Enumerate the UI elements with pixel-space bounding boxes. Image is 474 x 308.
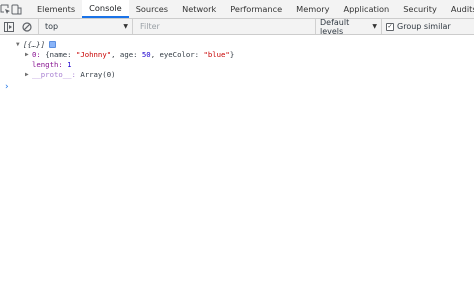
dropdown-arrow-icon: ▼	[372, 23, 377, 30]
length-key: length	[32, 59, 59, 69]
length-property: length: 1	[32, 59, 72, 69]
sidebar-toggle-icon[interactable]	[0, 19, 18, 34]
tab-audits[interactable]: Audits	[444, 0, 474, 18]
context-selector-label: top	[45, 22, 59, 31]
expand-triangle-icon[interactable]: ▶	[25, 51, 32, 58]
dropdown-arrow-icon: ▼	[123, 23, 128, 30]
age-value: 50	[141, 49, 151, 59]
proto-value: Array(0)	[80, 69, 116, 79]
array-summary: [{…}]	[23, 39, 45, 49]
array-item-0[interactable]: ▶ 0: {name: "Johnny", age: 50, eyeColor:…	[25, 49, 234, 59]
tab-security[interactable]: Security	[396, 0, 444, 18]
name-value: "Johnny"	[75, 49, 112, 59]
filter-input[interactable]: Filter	[136, 19, 316, 34]
length-value: 1	[67, 59, 72, 69]
console-output: ▼ [{…}] ▶ 0: {name: "Johnny", age: 50, e…	[0, 36, 474, 308]
eye-color-value: "blue"	[203, 49, 230, 59]
eye-color-key: eyeColor	[159, 49, 195, 59]
array-log-entry[interactable]: ▼ [{…}]	[16, 39, 56, 49]
tab-sources[interactable]: Sources	[129, 0, 175, 18]
clear-console-icon[interactable]	[18, 19, 36, 34]
item-index: 0:	[32, 49, 41, 59]
console-prompt[interactable]: ›	[5, 82, 9, 92]
tab-memory[interactable]: Memory	[289, 0, 336, 18]
expand-triangle-icon[interactable]: ▶	[25, 71, 32, 78]
tab-performance[interactable]: Performance	[223, 0, 289, 18]
info-icon[interactable]	[48, 40, 56, 48]
group-similar-checkbox[interactable]: ✓	[386, 22, 394, 31]
devtools-tabbar: Elements Console Sources Network Perform…	[0, 0, 474, 19]
tab-console[interactable]: Console	[82, 0, 129, 18]
prompt-chevron-icon: ›	[5, 82, 9, 92]
group-similar-toggle[interactable]: ✓ Group similar	[382, 22, 451, 31]
console-toolbar: top ▼ Filter Default levels ▼ ✓ Group si…	[0, 17, 474, 36]
proto-key: __proto__	[32, 69, 72, 79]
tab-application[interactable]: Application	[336, 0, 396, 18]
log-levels-dropdown[interactable]: Default levels ▼	[316, 17, 382, 36]
log-levels-label: Default levels	[320, 17, 350, 36]
tab-network[interactable]: Network	[175, 0, 223, 18]
proto-property[interactable]: ▶ __proto__: Array(0)	[25, 69, 116, 79]
inspect-element-icon[interactable]	[0, 0, 11, 18]
group-similar-label: Group similar	[397, 22, 451, 31]
context-selector[interactable]: top ▼	[38, 19, 133, 34]
name-key: name	[49, 49, 68, 59]
filter-placeholder: Filter	[140, 22, 160, 31]
collapse-triangle-icon[interactable]: ▼	[16, 41, 23, 48]
device-toolbar-icon[interactable]	[11, 0, 22, 18]
tab-elements[interactable]: Elements	[30, 0, 82, 18]
age-key: age	[119, 49, 134, 59]
